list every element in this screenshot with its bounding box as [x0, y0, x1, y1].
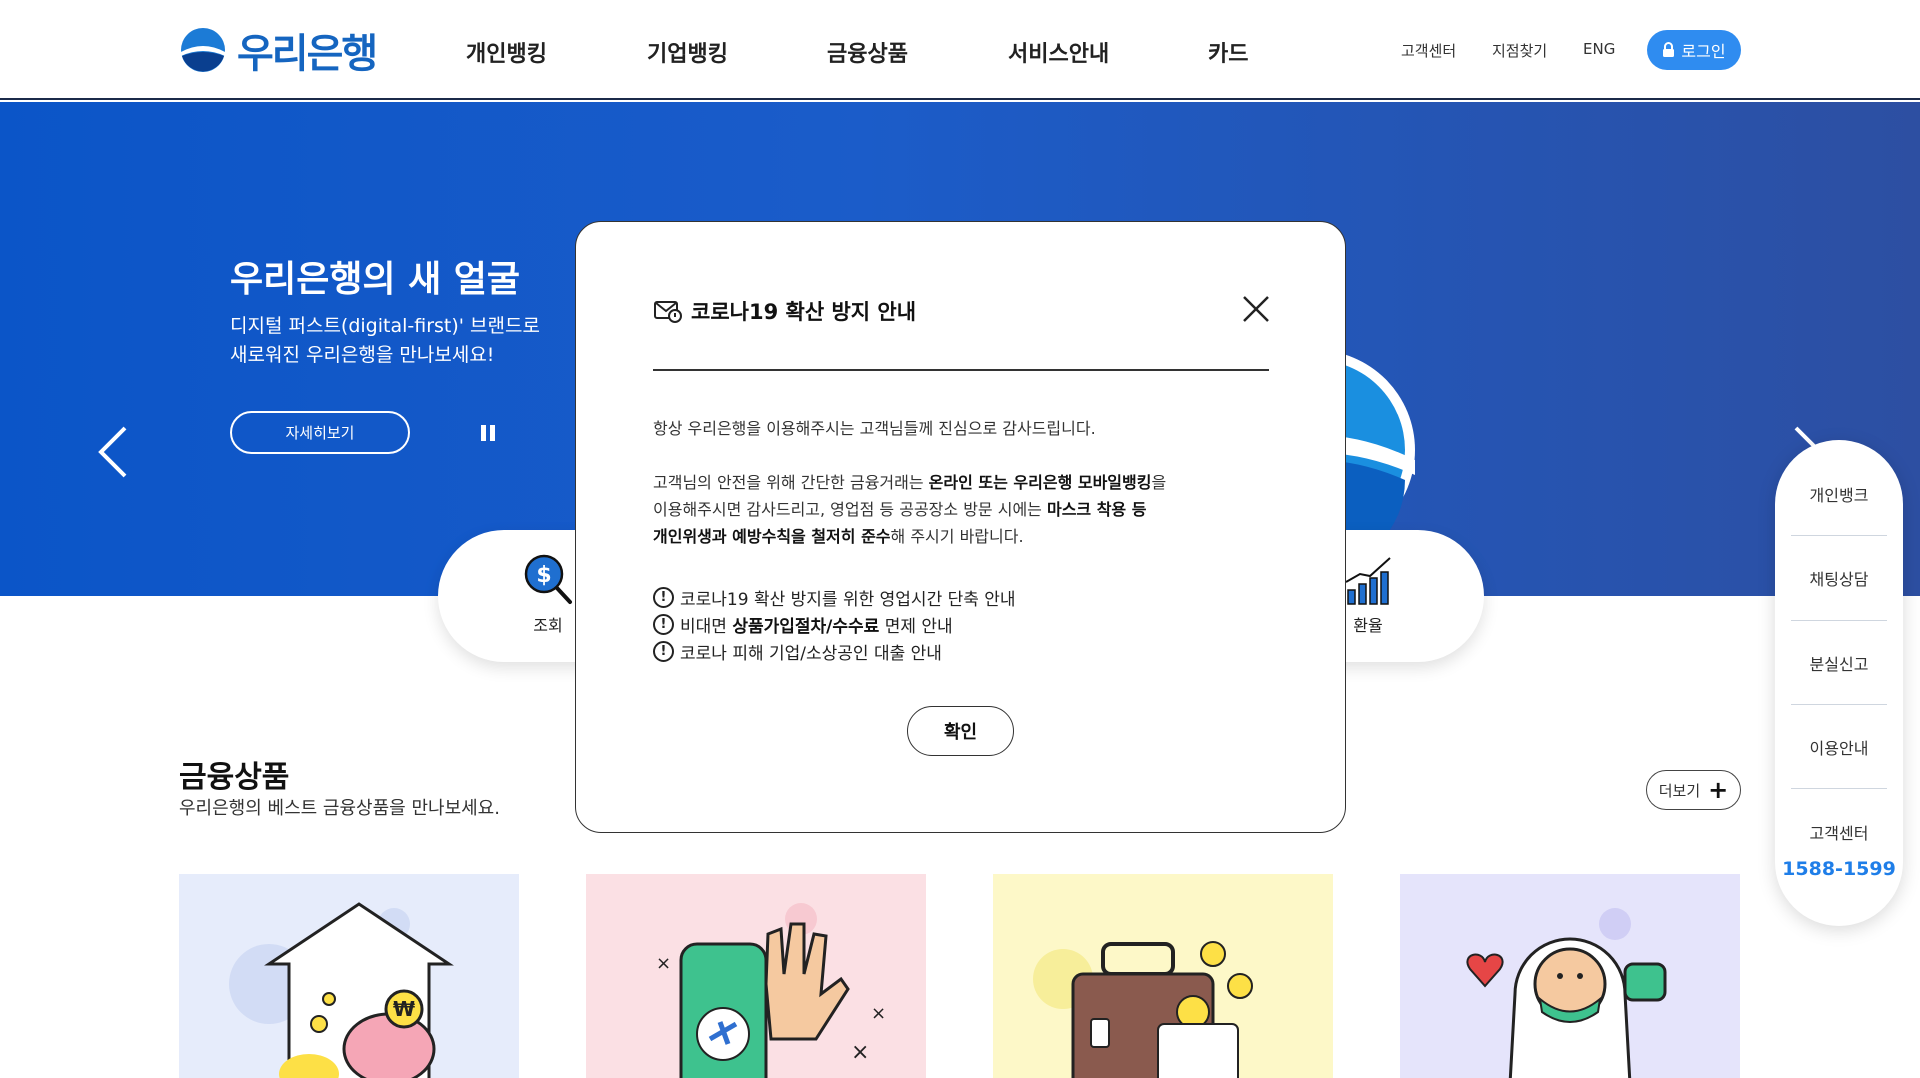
side-item-customer-center[interactable]: 고객센터	[1791, 820, 1887, 844]
svg-text:×: ×	[851, 1040, 869, 1065]
hero-description: 디지털 퍼스트(digital-first)' 브랜드로 새로워진 우리은행을 …	[230, 312, 540, 370]
body-emphasis: 온라인 또는 우리은행 모바일뱅킹	[928, 473, 1152, 492]
hero-title: 우리은행의 새 얼굴	[230, 259, 521, 300]
quick-label-exchange: 환율	[1353, 616, 1383, 635]
divider	[1791, 620, 1887, 621]
more-label: 더보기	[1658, 781, 1701, 800]
util-english[interactable]: ENG	[1583, 40, 1615, 58]
modal-body-paragraph: 고객님의 안전을 위해 간단한 금융거래는 온라인 또는 우리은행 모바일뱅킹을…	[653, 469, 1166, 550]
nav-corporate-banking[interactable]: 기업뱅킹	[647, 36, 728, 68]
svg-text:₩: ₩	[393, 997, 415, 1021]
notice-link-fee-waiver[interactable]: ! 비대면 상품가입절차/수수료 면제 안내	[653, 612, 953, 637]
divider	[1791, 535, 1887, 536]
login-button[interactable]: 로그인	[1647, 30, 1741, 70]
login-label: 로그인	[1681, 42, 1726, 61]
lock-icon	[1663, 42, 1675, 57]
hero-desc-line2: 새로워진 우리은행을 만나보세요!	[230, 344, 495, 366]
products-title: 금융상품	[179, 760, 290, 795]
notice-text: 면제 안내	[879, 617, 953, 637]
products-description: 우리은행의 베스트 금융상품을 만나보세요.	[179, 798, 500, 819]
prev-slide-arrow-icon[interactable]	[95, 424, 129, 480]
hero-detail-button[interactable]: 자세히보기	[230, 411, 410, 454]
svg-text:×: ×	[656, 953, 671, 974]
more-button[interactable]: 더보기 +	[1646, 770, 1741, 810]
inquiry-search-icon: $	[524, 554, 572, 604]
logo-text: 우리은행	[237, 31, 378, 77]
nav-personal-banking[interactable]: 개인뱅킹	[466, 36, 547, 68]
product-card-covid-support[interactable]	[1400, 874, 1740, 1078]
exchange-rate-chart-icon	[1345, 557, 1391, 605]
hero-desc-line1: 디지털 퍼스트(digital-first)' 브랜드로	[230, 315, 540, 337]
covid-notice-modal: 코로나19 확산 방지 안내 항상 우리은행을 이용해주시는 고객님들께 진심으…	[575, 221, 1346, 833]
exclamation-icon: !	[653, 641, 674, 662]
site-header: 우리은행 개인뱅킹 기업뱅킹 금융상품 서비스안내 카드 고객센터 지점찾기 E…	[0, 0, 1920, 100]
woori-logo[interactable]: 우리은행	[179, 26, 378, 77]
util-customer-center[interactable]: 고객센터	[1401, 40, 1456, 61]
divider	[1791, 788, 1887, 789]
exclamation-icon: !	[653, 614, 674, 635]
product-card-savings[interactable]: ₩	[179, 874, 519, 1078]
pause-icon[interactable]	[481, 425, 495, 441]
phone-airplane-icon: × × ×	[656, 903, 886, 1078]
notice-text: 코로나19 확산 방지를 위한 영업시간 단축 안내	[680, 590, 1016, 610]
divider	[653, 369, 1269, 371]
modal-title: 코로나19 확산 방지 안내	[691, 300, 917, 324]
util-branch-finder[interactable]: 지점찾기	[1492, 40, 1547, 61]
side-item-chat[interactable]: 채팅상담	[1791, 566, 1887, 590]
nav-card[interactable]: 카드	[1208, 36, 1248, 68]
confirm-button[interactable]: 확인	[907, 706, 1014, 756]
svg-text:×: ×	[871, 1003, 886, 1024]
mail-notice-icon	[654, 301, 682, 323]
side-quick-menu: 개인뱅크 채팅상담 분실신고 이용안내 고객센터 1588-1599	[1775, 440, 1903, 926]
notice-link-loan-support[interactable]: ! 코로나 피해 기업/소상공인 대출 안내	[653, 639, 942, 664]
side-item-guide[interactable]: 이용안내	[1791, 735, 1887, 759]
nav-financial-products[interactable]: 금융상품	[827, 36, 908, 68]
body-text: 고객님의 안전을 위해 간단한 금융거래는	[653, 473, 929, 492]
body-text: 을	[1151, 473, 1167, 492]
notice-text: 비대면	[680, 617, 733, 637]
customer-center-phone[interactable]: 1588-1599	[1775, 858, 1903, 880]
notice-link-business-hours[interactable]: ! 코로나19 확산 방지를 위한 영업시간 단축 안내	[653, 585, 1016, 610]
plus-icon: +	[1708, 776, 1729, 804]
medical-worker-icon	[1466, 908, 1667, 1078]
body-emphasis: 개인위생과 예방수칙을 철저히 준수	[653, 527, 891, 546]
nav-services[interactable]: 서비스안내	[1008, 36, 1109, 68]
exclamation-icon: !	[653, 587, 674, 608]
quick-label-inquiry: 조회	[533, 616, 563, 635]
woori-logo-icon	[181, 28, 225, 72]
body-text: 이용해주시면 감사드리고, 영업점 등 공공장소 방문 시에는	[653, 500, 1047, 519]
divider	[1791, 704, 1887, 705]
product-card-business[interactable]	[993, 874, 1333, 1078]
side-item-loss-report[interactable]: 분실신고	[1791, 651, 1887, 675]
product-card-travel[interactable]: × × ×	[586, 874, 926, 1078]
body-emphasis: 마스크 착용 등	[1046, 500, 1147, 519]
svg-text:$: $	[536, 563, 551, 588]
close-icon[interactable]	[1241, 294, 1271, 324]
notice-text: 코로나 피해 기업/소상공인 대출 안내	[680, 644, 942, 664]
house-piggy-bank-icon: ₩	[229, 902, 454, 1078]
notice-emphasis: 상품가입절차/수수료	[732, 617, 880, 637]
briefcase-coins-icon	[1033, 941, 1253, 1078]
modal-greeting: 항상 우리은행을 이용해주시는 고객님들께 진심으로 감사드립니다.	[653, 419, 1096, 438]
side-item-personal-bank[interactable]: 개인뱅크	[1791, 482, 1887, 506]
body-text: 해 주시기 바랍니다.	[890, 527, 1024, 546]
